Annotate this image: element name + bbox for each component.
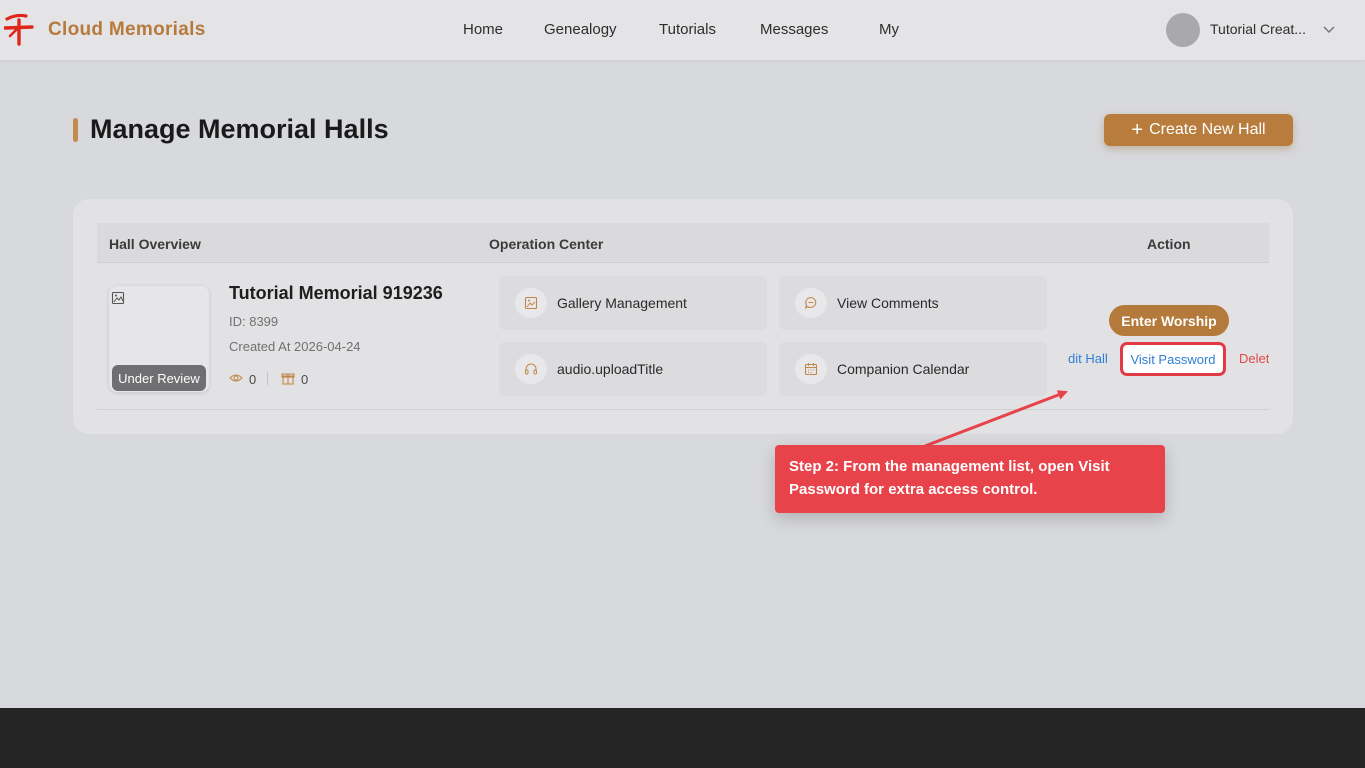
stat-divider	[267, 372, 268, 385]
create-new-hall-label: Create New Hall	[1149, 121, 1266, 138]
plus-icon: +	[1131, 119, 1144, 141]
broken-image-icon	[111, 291, 125, 305]
nav-tutorials[interactable]: Tutorials	[659, 21, 716, 38]
headphones-icon	[515, 354, 547, 384]
tutorial-callout: Step 2: From the management list, open V…	[775, 445, 1165, 513]
chevron-down-icon[interactable]	[1322, 22, 1336, 36]
calligraphy-logo-icon[interactable]	[4, 12, 34, 46]
view-comments-button[interactable]: View Comments	[779, 276, 1047, 330]
hall-name: Tutorial Memorial 919236	[229, 283, 443, 303]
gallery-management-label: Gallery Management	[557, 295, 687, 311]
top-header: Cloud Memorials Home Genealogy Tutorials…	[0, 0, 1365, 60]
nav-home[interactable]: Home	[463, 21, 503, 38]
user-avatar[interactable]	[1166, 13, 1200, 47]
views-count: 0	[249, 372, 257, 387]
gallery-management-button[interactable]: Gallery Management	[499, 276, 767, 330]
delete-link[interactable]: Delet	[1239, 351, 1269, 366]
hall-id: ID: 8399	[229, 314, 279, 329]
view-comments-label: View Comments	[837, 295, 939, 311]
hall-created-date: Created At 2026-04-24	[229, 339, 361, 354]
user-name[interactable]: Tutorial Creat...	[1210, 21, 1306, 37]
title-accent-bar	[73, 118, 78, 142]
companion-calendar-button[interactable]: Companion Calendar	[779, 342, 1047, 396]
action-links: dit Hall Visit Password Delet	[1060, 340, 1269, 380]
image-icon	[515, 288, 547, 318]
audio-upload-label: audio.uploadTitle	[557, 361, 664, 377]
calendar-icon	[795, 354, 827, 384]
header-operation-center: Operation Center	[489, 236, 604, 252]
page-footer	[0, 708, 1365, 768]
nav-my[interactable]: My	[879, 21, 899, 38]
table-header	[97, 223, 1269, 263]
nav-messages[interactable]: Messages	[760, 21, 828, 38]
companion-calendar-label: Companion Calendar	[837, 361, 970, 377]
eye-icon	[229, 374, 243, 382]
edit-hall-link[interactable]: dit Hall	[1068, 351, 1108, 366]
gift-icon	[281, 373, 295, 385]
enter-worship-button[interactable]: Enter Worship	[1109, 305, 1229, 336]
gifts-count: 0	[301, 372, 309, 387]
nav-genealogy[interactable]: Genealogy	[544, 21, 617, 38]
header-action: Action	[1147, 236, 1191, 252]
header-hall-overview: Hall Overview	[109, 236, 201, 252]
create-new-hall-button[interactable]: + Create New Hall	[1104, 114, 1293, 146]
audio-upload-button[interactable]: audio.uploadTitle	[499, 342, 767, 396]
page-title: Manage Memorial Halls	[90, 114, 389, 144]
brand-name[interactable]: Cloud Memorials	[48, 19, 206, 41]
comment-icon	[795, 288, 827, 318]
status-badge: Under Review	[112, 365, 206, 391]
visit-password-button[interactable]: Visit Password	[1120, 342, 1226, 376]
row-divider	[97, 409, 1269, 410]
